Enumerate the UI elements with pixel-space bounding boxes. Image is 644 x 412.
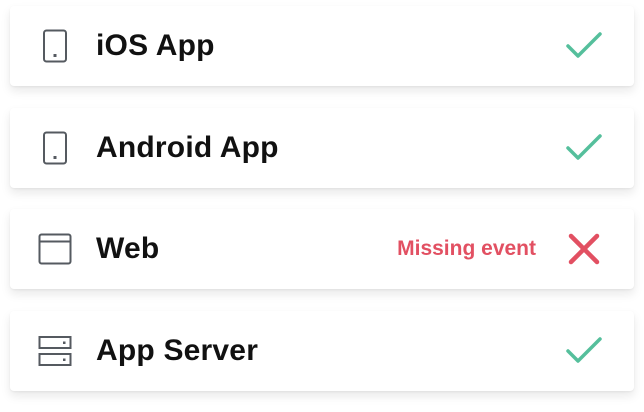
mobile-device-icon [38,130,72,166]
platform-label: App Server [96,334,259,367]
checkmark-icon [566,28,602,64]
platform-card-web[interactable]: Web Missing event [10,209,634,289]
checkmark-icon [566,333,602,369]
error-x-icon [566,231,602,267]
platform-label: Android App [96,131,279,164]
platform-card-android[interactable]: Android App [10,108,634,188]
browser-window-icon [38,231,72,267]
mobile-device-icon [38,28,72,64]
platform-label: iOS App [96,29,215,62]
platform-card-app-server[interactable]: App Server [10,311,634,391]
server-icon [38,333,72,369]
checkmark-icon [566,130,602,166]
platform-status-list: iOS App Android App Web Missing event Ap… [0,0,644,412]
platform-label: Web [96,232,160,265]
platform-card-ios[interactable]: iOS App [10,6,634,86]
error-status-text: Missing event [397,237,536,260]
